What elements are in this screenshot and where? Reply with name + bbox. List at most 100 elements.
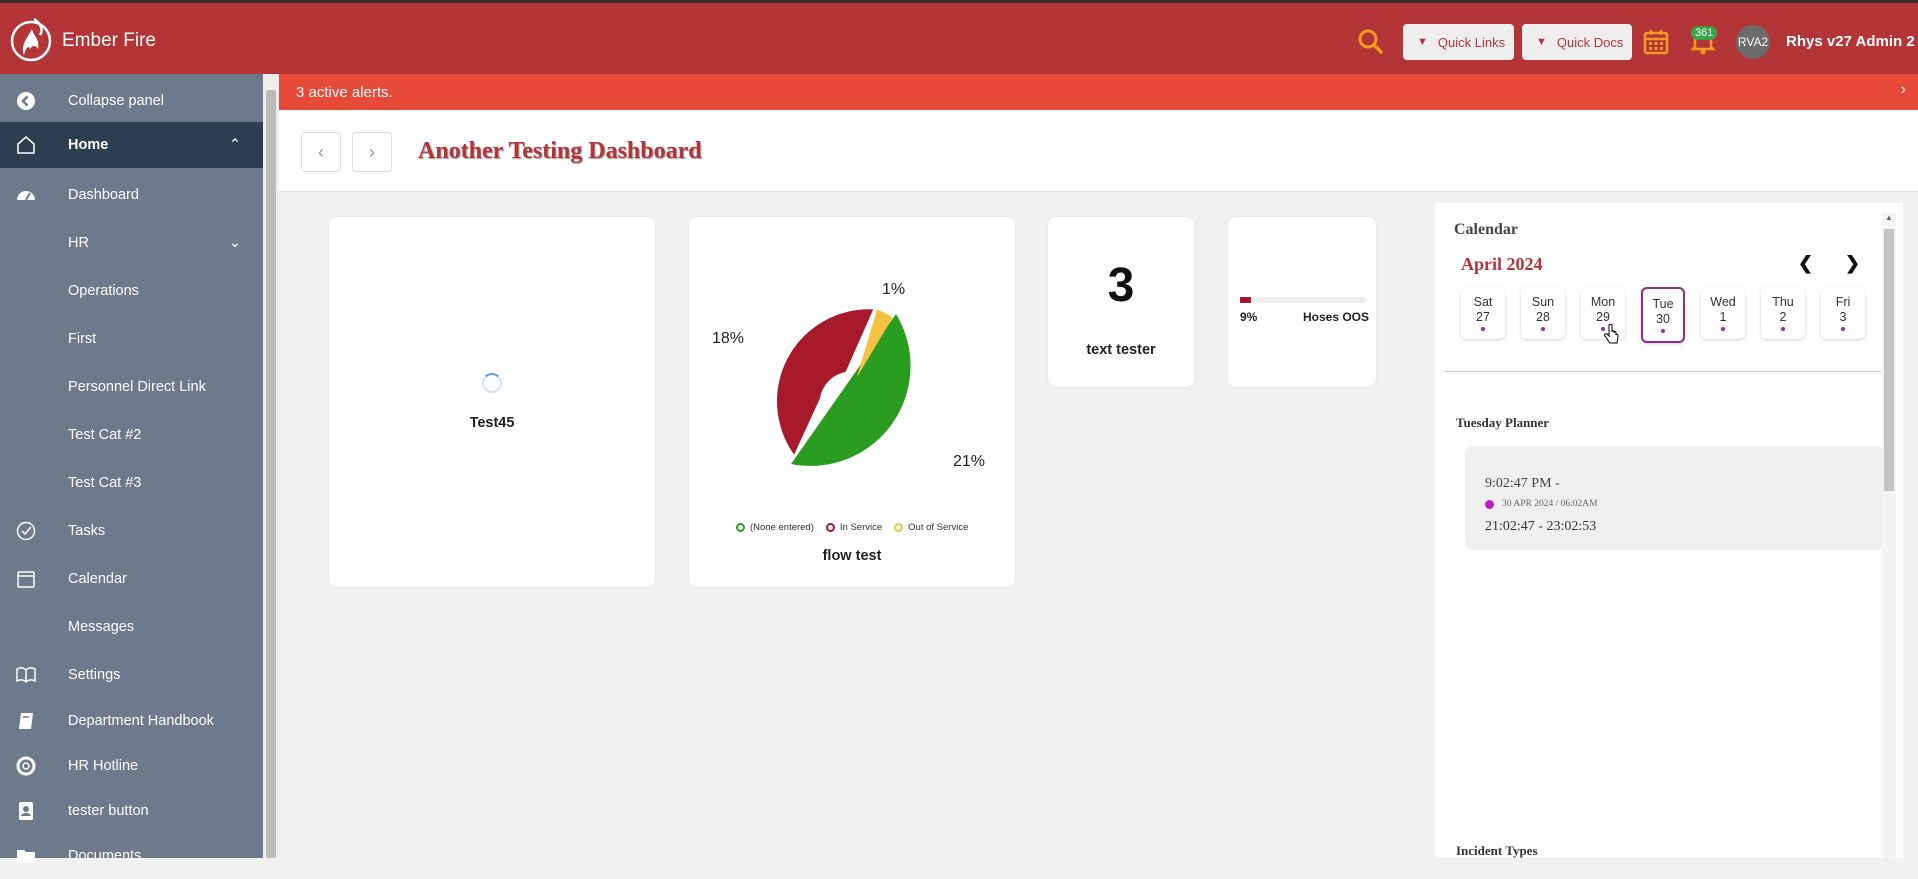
sidebar-item-documents[interactable]: Documents: [0, 833, 263, 879]
sidebar-item-test-cat-2[interactable]: Test Cat #2: [0, 412, 263, 458]
ember-fire-logo[interactable]: [10, 15, 52, 63]
pie-label-green: 21%: [953, 453, 986, 470]
event-dot: [1721, 327, 1725, 331]
calendar-scroll-thumb[interactable]: [1884, 229, 1894, 491]
day-number: 3: [1839, 310, 1847, 324]
dashboard-icon: [17, 191, 35, 201]
sidebar-item-hr-hotline[interactable]: HR Hotline: [0, 743, 263, 789]
user-name[interactable]: Rhys v27 Admin 2: [1786, 33, 1915, 50]
widget-title: flow test: [822, 548, 882, 564]
sidebar-item-first[interactable]: First: [0, 316, 263, 362]
planner-event[interactable]: 9:02:47 PM - 30 APR 2024 / 06:02AM 21:02…: [1465, 446, 1885, 550]
prev-dashboard-button[interactable]: ‹: [301, 132, 341, 172]
avatar[interactable]: RVA2: [1736, 25, 1770, 59]
day-number: 2: [1779, 310, 1787, 324]
calendar-scrollbar[interactable]: ▲: [1882, 213, 1896, 858]
loading-spinner-icon: [482, 373, 502, 393]
next-dashboard-button[interactable]: ›: [352, 132, 392, 172]
legend-item[interactable]: (None entered): [750, 522, 814, 533]
app-name: Ember Fire: [62, 30, 156, 51]
sidebar: Collapse panel Home ⌃ Dashboard HR ⌄ Ope…: [0, 74, 263, 864]
event-dot: [1481, 327, 1485, 331]
day-name: Sat: [1473, 295, 1493, 309]
sidebar-item-label: tester button: [68, 803, 149, 819]
lifebuoy-icon: [16, 756, 36, 776]
sidebar-item-settings[interactable]: Settings: [0, 652, 263, 698]
day-name: Wed: [1710, 295, 1736, 309]
scroll-up-icon[interactable]: ▲: [1885, 213, 1893, 222]
sidebar-item-label: Dashboard: [68, 187, 139, 203]
sidebar-item-label: Personnel Direct Link: [68, 379, 206, 395]
sidebar-item-label: Home: [68, 137, 109, 153]
day-number: 30: [1656, 312, 1670, 326]
home-icon: [17, 136, 35, 154]
sidebar-scrollbar[interactable]: [263, 74, 279, 858]
dashboard-header: ‹ › Another Testing Dashboard: [279, 110, 1918, 192]
calendar-next-button[interactable]: ❯: [1845, 253, 1860, 274]
text-tester-value: 3: [1107, 259, 1135, 312]
quick-docs-button[interactable]: ▼ Quick Docs: [1522, 24, 1632, 60]
handbook-icon: [19, 713, 33, 729]
divider: [1445, 371, 1881, 372]
alert-banner[interactable]: 3 active alerts. ›: [279, 74, 1918, 110]
calendar-grid-icon[interactable]: [1643, 29, 1669, 55]
chevron-down-icon: ▼: [1536, 36, 1547, 48]
event-range: 21:02:47 - 23:02:53: [1485, 519, 1597, 534]
widget-title: text tester: [1086, 342, 1156, 358]
sidebar-item-test-cat-3[interactable]: Test Cat #3: [0, 460, 263, 506]
calendar-title: Calendar: [1454, 221, 1518, 238]
pie-legend: (None entered) In Service Out of Service: [736, 522, 968, 533]
sidebar-item-dashboard[interactable]: Dashboard: [0, 172, 263, 218]
calendar-day[interactable]: Sat 27: [1461, 287, 1505, 339]
calendar-month: April 2024: [1461, 254, 1543, 274]
day-number: 1: [1719, 310, 1727, 324]
day-name: Tue: [1652, 297, 1674, 311]
alert-text: 3 active alerts.: [296, 83, 393, 101]
sidebar-item-department-handbook[interactable]: Department Handbook: [0, 698, 263, 744]
event-date-text: 30 APR 2024 / 06:02AM: [1502, 499, 1598, 509]
pie-chart: [776, 309, 911, 466]
legend-item[interactable]: Out of Service: [908, 522, 968, 533]
sidebar-item-calendar[interactable]: Calendar: [0, 556, 263, 602]
calendar-prev-button[interactable]: ❮: [1798, 253, 1813, 274]
sidebar-item-tester-button[interactable]: tester button: [0, 788, 263, 834]
sidebar-item-messages[interactable]: Messages: [0, 604, 263, 650]
legend-item[interactable]: In Service: [840, 522, 882, 533]
calendar-day[interactable]: Sun 28: [1521, 287, 1565, 339]
chevron-down-icon: ▼: [1417, 36, 1428, 48]
chevron-down-icon: ⌄: [228, 235, 241, 251]
calendar-icon: [17, 571, 35, 588]
day-name: Thu: [1772, 295, 1794, 309]
sidebar-scroll-thumb[interactable]: [266, 90, 276, 858]
calendar-day-selected[interactable]: Tue 30: [1641, 287, 1685, 343]
sidebar-item-label: First: [68, 331, 97, 347]
sidebar-item-label: Department Handbook: [68, 713, 214, 729]
sidebar-item-tasks[interactable]: Tasks: [0, 508, 263, 554]
day-name: Mon: [1590, 295, 1616, 309]
sidebar-item-personnel-direct-link[interactable]: Personnel Direct Link: [0, 364, 263, 410]
sidebar-item-operations[interactable]: Operations: [0, 268, 263, 314]
sidebar-item-label: Settings: [68, 667, 121, 683]
sidebar-item-home[interactable]: Home ⌃: [0, 122, 263, 168]
quick-links-button[interactable]: ▼ Quick Links: [1403, 24, 1514, 60]
sidebar-item-label: Messages: [68, 619, 135, 635]
calendar-panel: Calendar April 2024 ❮ ❯ Sat 27 Sun 28 Mon 2…: [1435, 203, 1903, 858]
widget-title: Test45: [469, 415, 515, 431]
widget-test45[interactable]: Test45: [329, 217, 655, 587]
event-dot: [1781, 327, 1785, 331]
search-icon[interactable]: [1357, 28, 1383, 54]
incident-types-title: Incident Types: [1456, 843, 1538, 858]
quick-links-label: Quick Links: [1437, 34, 1506, 50]
sidebar-item-label: Test Cat #3: [68, 475, 142, 491]
collapse-panel-button[interactable]: Collapse panel: [0, 78, 263, 124]
check-circle-icon: [16, 521, 36, 541]
widget-hoses-oos[interactable]: 9% Hoses OOS: [1228, 217, 1376, 387]
progress-fill: [1240, 297, 1252, 303]
calendar-day[interactable]: Thu 2: [1761, 287, 1805, 339]
calendar-day[interactable]: Wed 1: [1701, 287, 1745, 339]
mouse-pointer-icon: [1604, 324, 1619, 344]
sidebar-item-hr[interactable]: HR ⌄: [0, 220, 263, 266]
chevron-right-icon[interactable]: ›: [1901, 81, 1906, 99]
event-dot: [1661, 329, 1665, 333]
calendar-day[interactable]: Fri 3: [1821, 287, 1865, 339]
